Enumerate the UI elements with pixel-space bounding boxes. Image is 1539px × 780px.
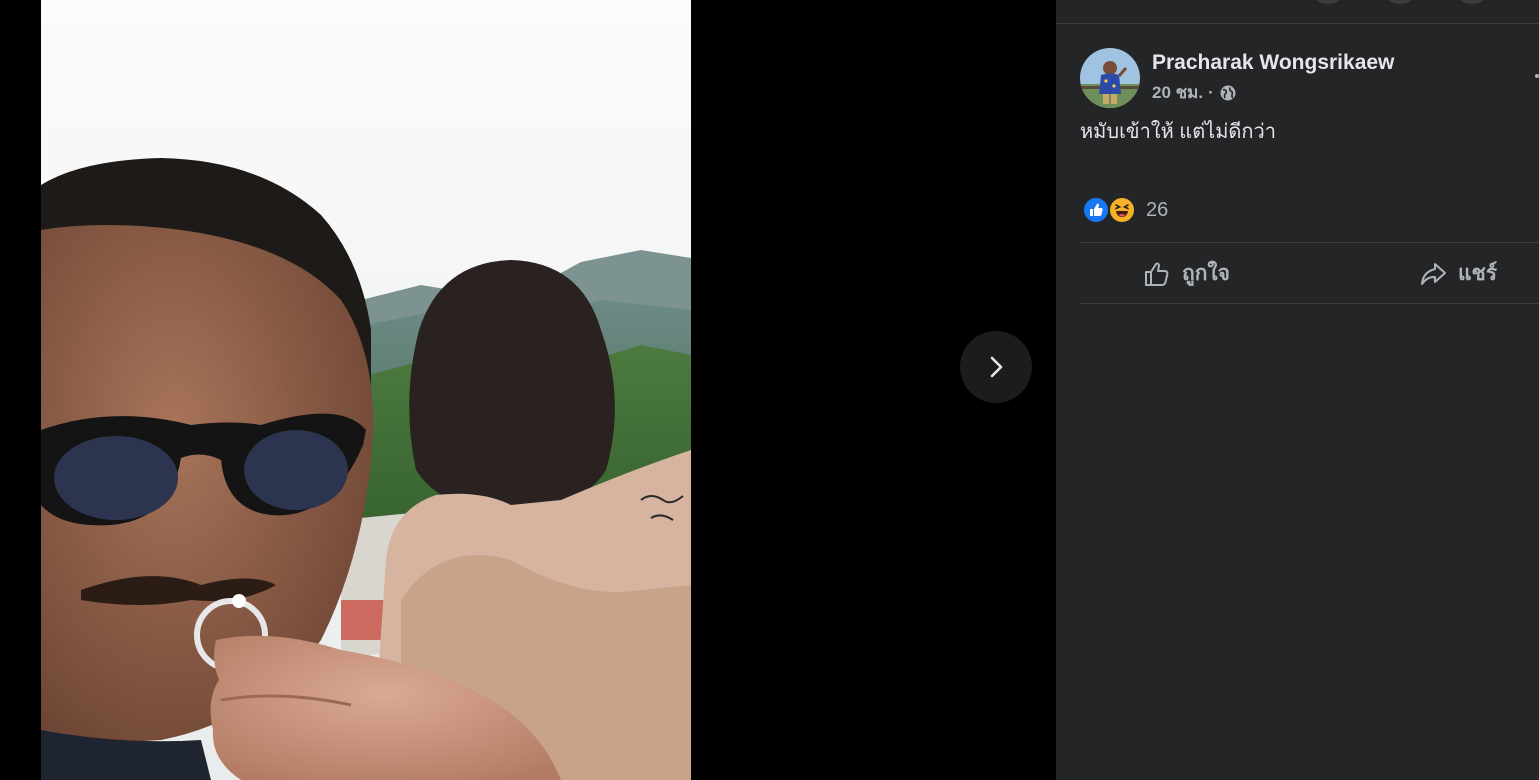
thumbs-up-icon: [1145, 262, 1169, 286]
haha-reaction-icon: [1108, 196, 1136, 224]
avatar[interactable]: [1080, 48, 1140, 108]
like-button[interactable]: ถูกใจ: [1142, 257, 1230, 290]
post-caption: หมับเข้าให้ แต่ไม่ดีกว่า: [1080, 121, 1276, 143]
photo-image: [41, 0, 691, 780]
top-circle-button[interactable]: [1380, 0, 1420, 4]
avatar-image: [1080, 48, 1140, 108]
reaction-summary[interactable]: 26: [1082, 196, 1168, 224]
like-button-label: ถูกใจ: [1182, 262, 1230, 285]
top-circle-button[interactable]: [1452, 0, 1492, 4]
chevron-right-icon: [990, 356, 1003, 378]
meta-separator: ·: [1208, 83, 1214, 102]
post-meta: 20 ชม. ·: [1152, 82, 1394, 104]
more-options-icon[interactable]: [1535, 74, 1539, 78]
next-photo-button[interactable]: [960, 331, 1032, 403]
post-side-panel: Pracharak Wongsrikaew 20 ชม. · หมับเข้าใ…: [1056, 0, 1539, 780]
divider: [1080, 303, 1539, 304]
share-button-label: แชร์: [1458, 262, 1498, 285]
photo-viewer: [0, 0, 1056, 780]
post-timestamp[interactable]: 20 ชม.: [1152, 82, 1203, 104]
post-photo[interactable]: [41, 0, 691, 780]
globe-icon[interactable]: [1219, 84, 1237, 102]
panel-top-bar: [1056, 0, 1539, 24]
post-header: Pracharak Wongsrikaew 20 ชม. ·: [1080, 48, 1394, 108]
share-arrow-icon: [1421, 262, 1446, 285]
top-circle-button[interactable]: [1308, 0, 1348, 4]
like-reaction-icon: [1082, 196, 1110, 224]
reaction-count: 26: [1146, 199, 1169, 221]
post-actions: ถูกใจ แชร์: [1080, 243, 1539, 303]
post-author-name[interactable]: Pracharak Wongsrikaew: [1152, 50, 1394, 76]
share-button[interactable]: แชร์: [1418, 257, 1497, 290]
